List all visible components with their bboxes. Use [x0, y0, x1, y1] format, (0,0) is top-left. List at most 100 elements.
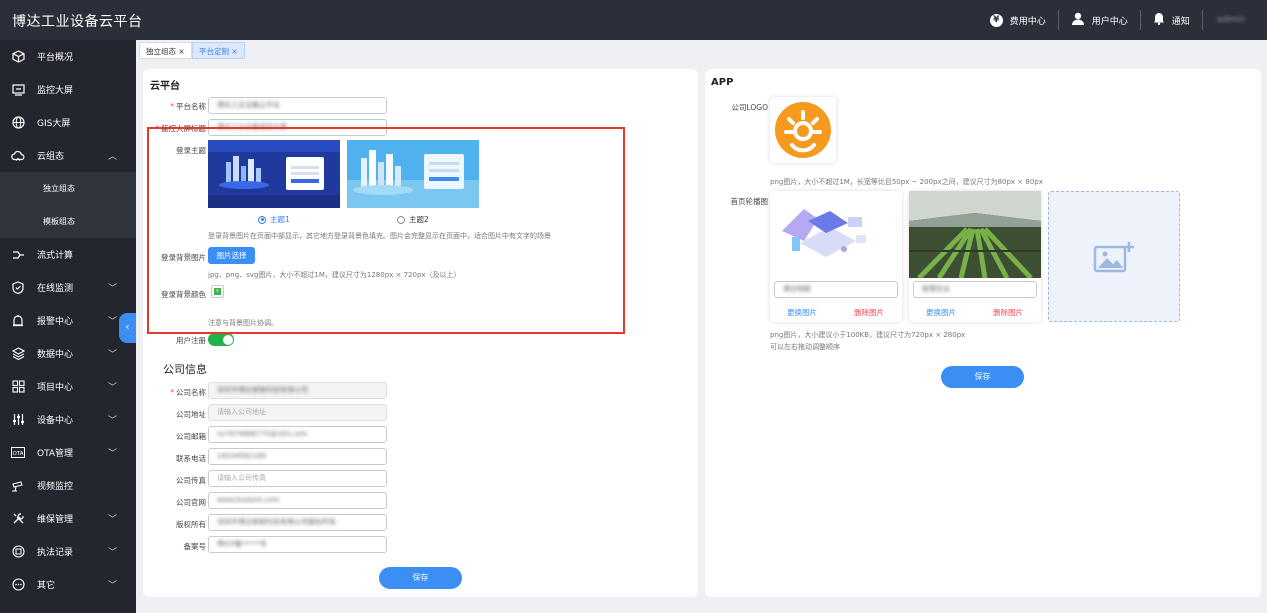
sidebar-item-label: 其它: [37, 581, 56, 591]
copyright-input[interactable]: 深圳市博达智联科技有限公司版权所有: [208, 514, 387, 531]
bg-color-hint: 注意与背景图片协调。: [208, 319, 278, 327]
company-email-input[interactable]: xx7874666775@163.com: [208, 426, 387, 443]
chevron-down-icon: ﹀: [108, 548, 118, 558]
chevron-down-icon: ﹀: [108, 416, 118, 426]
carousel-hint: 可以左右拖动调整顺序: [770, 343, 840, 351]
carousel-hint: png图片，大小建议小于100KB，建议尺寸为720px × 280px: [770, 331, 966, 339]
slide-caption-input-1[interactable]: 博达物联: [774, 281, 898, 298]
icp-label: 备案号: [183, 542, 207, 551]
app-panel: APP 公司LOGO png图片，大小不超过1M，长宽等比且50px ~ 200…: [705, 69, 1261, 597]
required-mark: *: [170, 102, 174, 111]
sidebar-item-monitor-screen[interactable]: 监控大屏: [0, 73, 136, 106]
sidebar-collapse-button[interactable]: ‹: [119, 313, 136, 343]
sidebar-item-maintenance[interactable]: 维保管理 ﹀: [0, 502, 136, 535]
chevron-down-icon: ﹀: [108, 317, 118, 327]
register-toggle[interactable]: [208, 333, 234, 346]
tab-standalone-config[interactable]: 独立组态 ×: [139, 42, 192, 59]
replace-image-link-2[interactable]: 更换图片: [926, 307, 956, 318]
sidebar-item-label: 监控大屏: [37, 86, 74, 96]
sidebar-item-law-record[interactable]: 执法记录 ﹀: [0, 535, 136, 568]
sidebar-item-cloud-config[interactable]: 云组态 ︿: [0, 139, 136, 172]
sidebar-item-online-monitor[interactable]: 在线监测 ﹀: [0, 271, 136, 304]
company-website-input[interactable]: www.bodaiot.com: [208, 492, 387, 509]
input-value: 博达工业设备监控大屏: [217, 123, 287, 131]
slide-caption-input-2[interactable]: 智慧农业: [913, 281, 1037, 298]
delete-image-link-2[interactable]: 删除图片: [993, 307, 1023, 318]
sidebar-item-label: 报警中心: [37, 317, 74, 327]
add-image-icon: [1093, 242, 1134, 273]
add-slide-upload[interactable]: [1048, 191, 1180, 322]
notice-button[interactable]: 通知: [1141, 9, 1202, 31]
company-fax-input[interactable]: 请输入公司传真: [208, 470, 387, 487]
sidebar: 平台概况 监控大屏 GIS大屏 云组态 ︿ 独立组态 模板组态 流式计算 在线监…: [0, 40, 136, 613]
carousel-label: 首页轮播图: [730, 197, 769, 206]
tools-icon: [11, 512, 25, 526]
sidebar-item-gis[interactable]: GIS大屏: [0, 106, 136, 139]
fee-center-button[interactable]: ¥ 费用中心: [978, 9, 1058, 31]
sidebar-item-label: 视频监控: [37, 482, 74, 492]
screen-title-input[interactable]: 博达工业设备监控大屏: [208, 119, 387, 136]
bg-color-picker[interactable]: ∨: [211, 285, 224, 298]
company-email-label: 公司邮箱: [176, 432, 206, 441]
theme2-thumbnail[interactable]: [347, 140, 479, 208]
field-label: * 平台名称: [136, 101, 206, 112]
icp-input[interactable]: 粤ICP备*****号: [208, 536, 387, 553]
bg-color-label: 登录背景颜色: [161, 290, 206, 299]
choose-image-button[interactable]: 图片选择: [208, 247, 255, 264]
sidebar-item-device-center[interactable]: 设备中心 ﹀: [0, 403, 136, 436]
alarm-icon: [11, 314, 25, 328]
sidebar-item-overview[interactable]: 平台概况: [0, 40, 136, 73]
sidebar-item-video[interactable]: 视频监控: [0, 469, 136, 502]
sidebar-item-project-center[interactable]: 项目中心 ﹀: [0, 370, 136, 403]
bell-icon: [1153, 12, 1165, 28]
screen-title-label: 监控大屏标题: [161, 124, 206, 133]
company-address-input[interactable]: 请输入公司地址: [208, 404, 387, 421]
company-name-input[interactable]: 深圳市博达智联科技有限公司: [208, 382, 387, 399]
input-value: 深圳市博达智联科技有限公司: [217, 386, 308, 394]
theme1-thumbnail[interactable]: [208, 140, 340, 208]
sidebar-item-label: OTA管理: [37, 449, 74, 459]
section-title: 云平台: [150, 81, 180, 92]
sidebar-subitem-template-config[interactable]: 模板组态: [0, 205, 136, 238]
tab-platform-custom[interactable]: 平台定制 ×: [192, 42, 245, 59]
company-address-label: 公司地址: [176, 410, 206, 419]
tab-bar: 独立组态 × 平台定制 ×: [136, 40, 1267, 60]
copyright-label: 版权所有: [176, 520, 206, 529]
globe-icon: [11, 116, 25, 130]
input-placeholder: 请输入公司传真: [217, 474, 266, 482]
platform-name-input[interactable]: 博达工业设备云平台: [208, 97, 387, 114]
sidebar-item-data-center[interactable]: 数据中心 ﹀: [0, 337, 136, 370]
sliders-icon: [11, 413, 25, 427]
camera-icon: [11, 479, 25, 493]
sidebar-item-label: 流式计算: [37, 251, 74, 261]
sidebar-item-label: 云组态: [37, 152, 65, 162]
sidebar-item-stream-compute[interactable]: 流式计算: [0, 238, 136, 271]
sidebar-subitem-standalone-config[interactable]: 独立组态: [0, 172, 136, 205]
replace-image-link-1[interactable]: 更换图片: [787, 307, 817, 318]
sidebar-item-other[interactable]: 其它 ﹀: [0, 568, 136, 601]
radio-dot: [397, 215, 405, 224]
theme-hint: 登录背景图片在页面中部显示，其它地方登录背景色填充。图片会完整显示在页面中，适合…: [208, 232, 551, 240]
screen-icon: [11, 83, 25, 97]
sidebar-item-ota[interactable]: OTA OTA管理 ﹀: [0, 436, 136, 469]
app-save-button[interactable]: 保存: [941, 366, 1024, 388]
sidebar-item-label: 模板组态: [43, 217, 75, 226]
input-placeholder: 请输入公司地址: [217, 408, 266, 416]
company-phone-input[interactable]: 18334582189: [208, 448, 387, 465]
theme2-radio[interactable]: 主题2: [397, 214, 429, 225]
theme1-radio[interactable]: 主题1: [258, 214, 290, 225]
user-center-button[interactable]: 用户中心: [1059, 9, 1140, 31]
sidebar-item-alarm-center[interactable]: 报警中心 ﹀: [0, 304, 136, 337]
record-icon: [11, 545, 25, 559]
required-mark: *: [170, 388, 174, 397]
save-button[interactable]: 保存: [379, 567, 462, 589]
username-menu[interactable]: admin: [1203, 9, 1267, 31]
yuan-icon: ¥: [989, 13, 1003, 27]
delete-image-link-1[interactable]: 删除图片: [854, 307, 884, 318]
logo-preview[interactable]: [770, 97, 836, 163]
sidebar-item-label: 平台概况: [37, 53, 74, 63]
company-phone-label: 联系电话: [176, 454, 206, 463]
top-right-menu: ¥ 费用中心 用户中心 通知 admin: [978, 0, 1267, 40]
register-label: 用户注册: [176, 336, 206, 345]
sidebar-item-label: GIS大屏: [37, 119, 71, 129]
